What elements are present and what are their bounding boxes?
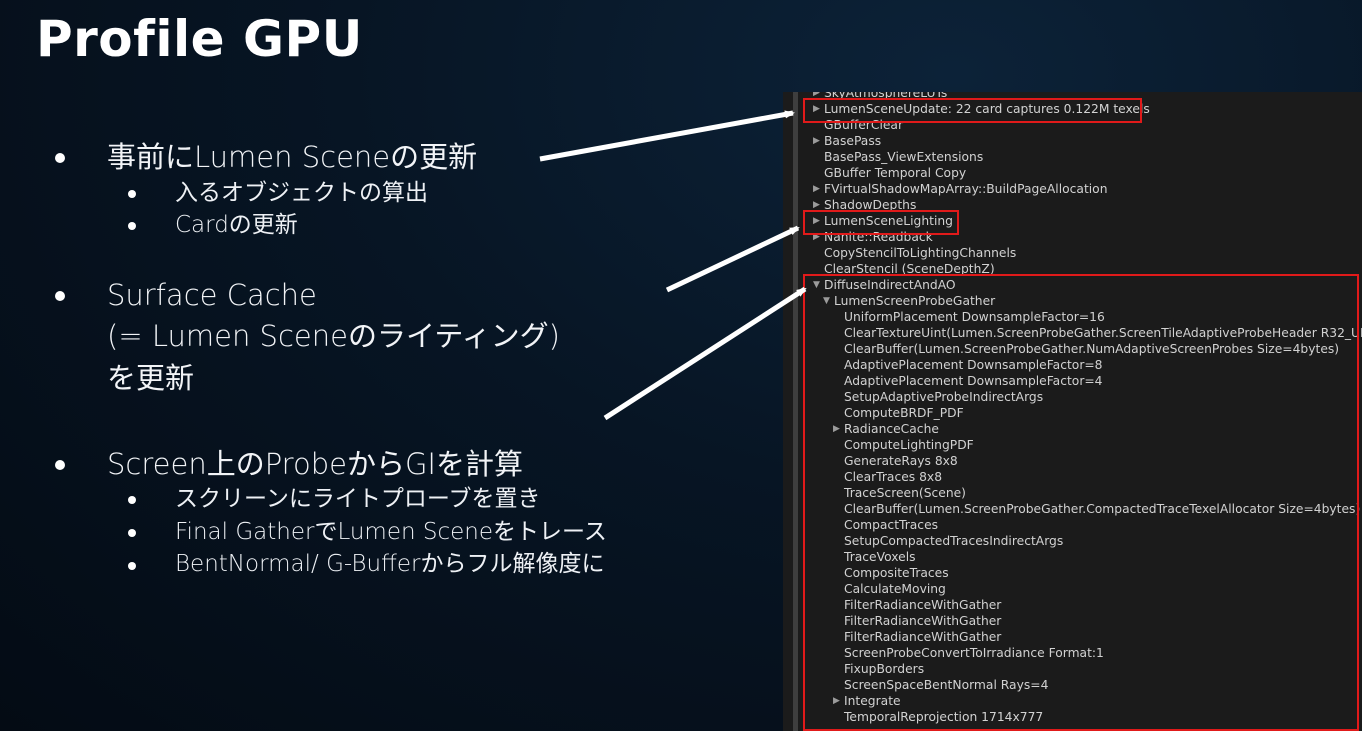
callout-arrows: [539, 110, 807, 421]
arrow-to-diffuse-indirect: [603, 286, 807, 421]
arrow-to-scene-lighting: [665, 225, 800, 293]
arrow-to-scene-update: [539, 110, 795, 162]
